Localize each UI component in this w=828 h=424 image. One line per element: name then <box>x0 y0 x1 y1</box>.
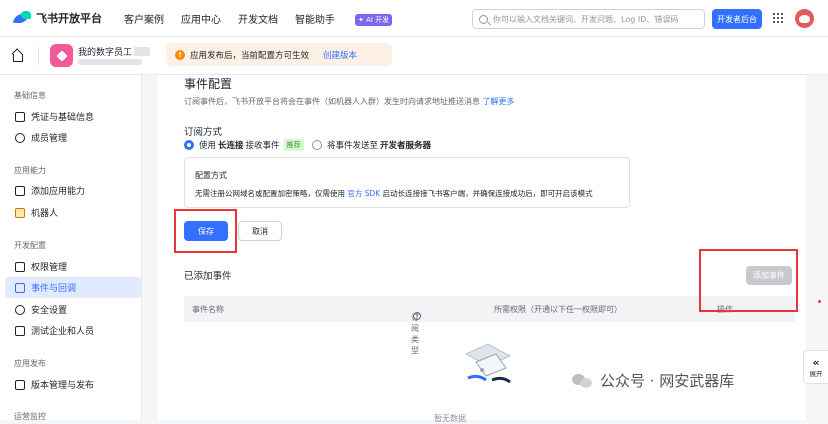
redacted-text <box>134 47 151 56</box>
watermark-text: 公众号 · 网安武器库 <box>600 372 735 390</box>
app-icon <box>50 44 73 67</box>
page-title: 事件配置 <box>184 77 233 91</box>
permission-icon <box>15 261 25 272</box>
config-method-title: 配置方式 <box>195 171 227 180</box>
radio-long-connection[interactable]: 使用 长连接 接收事件 推荐 <box>184 139 304 151</box>
test-icon <box>15 325 25 336</box>
sidebar-item-credentials[interactable]: 凭证与基础信息 <box>5 106 141 127</box>
warning-icon: ! <box>175 49 185 60</box>
option-bold: 开发者服务器 <box>380 141 432 151</box>
option-bold: 长连接 <box>218 141 244 151</box>
option-suffix: 接收事件 <box>245 141 280 151</box>
expand-label: 展开 <box>809 369 823 378</box>
sidebar-item-bot[interactable]: 机器人 <box>5 202 141 223</box>
config-desc-text: 启动长连接接飞书客户端，并确保连接成功后，即可开启该模式 <box>382 189 593 198</box>
sidebar-item-label: 权限管理 <box>31 263 68 273</box>
sidebar-section-monitoring: 运营监控 <box>14 412 46 421</box>
wechat-icon <box>572 372 594 390</box>
sidebar-section-dev-config: 开发配置 <box>14 241 46 250</box>
search-icon <box>479 14 488 24</box>
app-name[interactable]: 我的数字员工 <box>78 45 151 58</box>
column-header-event-name: 事件名称 <box>192 305 224 314</box>
event-icon <box>15 282 25 293</box>
sidebar-item-versions[interactable]: 版本管理与发布 <box>5 374 141 395</box>
credentials-icon <box>15 111 25 122</box>
sidebar-item-label: 机器人 <box>31 209 59 219</box>
nav-item-docs[interactable]: 开发文档 <box>238 11 278 26</box>
main-content: 事件配置 订阅事件后，飞书开放平台将会在事件（如机器人入群）发生时向请求地址推送… <box>158 75 806 423</box>
double-chevron-left-icon: « <box>812 355 820 369</box>
developer-console-button[interactable]: 开发者后台 <box>712 9 762 29</box>
recommend-badge: 推荐 <box>283 139 304 151</box>
notice-text: 应用发布后，当前配置方可生效 <box>190 50 310 61</box>
empty-state-icon <box>464 343 512 384</box>
sidebar-item-label: 添加应用能力 <box>31 187 86 197</box>
nav-item-cases[interactable]: 客户案例 <box>124 11 164 26</box>
divider <box>38 47 39 65</box>
search-placeholder: 你可以输入文档关键词、开发问题、Log ID、错误码 <box>493 14 679 24</box>
description-text: 订阅事件后，飞书开放平台将会在事件（如机器人入群）发生时向请求地址推送消息 <box>184 97 480 106</box>
config-method-box: 配置方式 无需注册公网域名或配置加密策略，仅需使用 官方 SDK 启动长连接接飞… <box>184 157 630 208</box>
app-header-bar: 我的数字员工 <box>0 37 828 75</box>
user-icon <box>15 132 25 143</box>
page-description: 订阅事件后，飞书开放平台将会在事件（如机器人入群）发生时向请求地址推送消息 了解… <box>184 96 515 107</box>
sidebar-item-label: 凭证与基础信息 <box>31 113 95 123</box>
learn-more-link[interactable]: 了解更多 <box>483 97 515 106</box>
sidebar-item-label: 成员管理 <box>31 134 68 144</box>
sidebar-item-events-callbacks[interactable]: 事件与回调 <box>5 277 141 298</box>
sidebar-section-release: 应用发布 <box>14 359 46 368</box>
publish-notice: ! 应用发布后，当前配置方可生效 创建版本 <box>166 43 392 66</box>
official-sdk-link[interactable]: 官方 SDK <box>347 189 380 198</box>
option-prefix: 使用 <box>199 141 217 151</box>
watermark: 公众号 · 网安武器库 <box>572 370 734 391</box>
search-input[interactable]: 你可以输入文档关键词、开发问题、Log ID、错误码 <box>472 9 705 29</box>
sidebar-item-permissions[interactable]: 权限管理 <box>5 256 141 277</box>
radio-developer-server[interactable]: 将事件发送至 开发者服务器 <box>312 139 433 151</box>
expand-panel-button[interactable]: « 展开 <box>803 350 828 384</box>
option-prefix: 将事件发送至 <box>327 141 379 151</box>
radio-unselected-icon <box>312 140 322 150</box>
ai-badge: ✦ AI 开发 <box>355 13 393 26</box>
sidebar-item-label: 测试企业和人员 <box>31 327 95 337</box>
app-name-text: 我的数字员工 <box>78 48 133 58</box>
brand-name: 飞书开放平台 <box>36 12 102 25</box>
sidebar-item-security[interactable]: 安全设置 <box>5 299 141 320</box>
sidebar-item-label: 事件与回调 <box>31 284 77 294</box>
nav-item-assistant[interactable]: 智能助手 ✦ AI 开发 <box>295 11 409 26</box>
sidebar-item-label: 安全设置 <box>31 306 68 316</box>
config-desc-text: 无需注册公网域名或配置加密策略，仅需使用 <box>195 189 345 198</box>
nav-item-app-center[interactable]: 应用中心 <box>181 11 221 26</box>
highlight-save-annotation <box>174 209 237 253</box>
cancel-button[interactable]: 取消 <box>238 221 282 241</box>
empty-state-text: 暂无数据 <box>434 414 466 423</box>
sidebar-section-basic: 基础信息 <box>14 91 46 100</box>
help-icon[interactable]: ? <box>413 312 421 320</box>
grid-add-icon <box>15 185 25 196</box>
config-method-desc: 无需注册公网域名或配置加密策略，仅需使用 官方 SDK 启动长连接接飞书客户端，… <box>195 188 593 199</box>
sidebar-item-add-capability[interactable]: 添加应用能力 <box>5 180 141 201</box>
column-header-permissions: 所需权限（开通以下任一权限即可） <box>494 305 622 314</box>
nav-item-assistant-label: 智能助手 <box>295 14 335 26</box>
shield-icon <box>15 304 25 315</box>
user-avatar[interactable] <box>795 9 814 28</box>
sidebar-item-label: 版本管理与发布 <box>31 381 95 391</box>
radio-selected-icon <box>184 140 194 150</box>
apps-grid-icon[interactable] <box>773 13 783 23</box>
main-nav: 客户案例 应用中心 开发文档 智能助手 ✦ AI 开发 <box>124 11 426 26</box>
create-version-link[interactable]: 创建版本 <box>323 49 357 61</box>
home-icon[interactable] <box>12 50 24 62</box>
feishu-logo-icon <box>14 11 32 25</box>
sidebar: 基础信息 凭证与基础信息 成员管理 应用能力 添加应用能力 机器人 开发配置 权… <box>0 75 142 421</box>
highlight-add-event-annotation <box>699 249 798 312</box>
redacted-app-id <box>78 59 142 65</box>
brand-logo[interactable]: 飞书开放平台 <box>14 10 102 26</box>
added-events-title: 已添加事件 <box>184 271 232 282</box>
bot-icon <box>15 207 25 218</box>
subscribe-method-title: 订阅方式 <box>184 127 223 138</box>
sidebar-item-members[interactable]: 成员管理 <box>5 127 141 148</box>
sidebar-item-test-tenant[interactable]: 测试企业和人员 <box>5 320 141 341</box>
notification-dot <box>818 300 821 303</box>
sidebar-section-capability: 应用能力 <box>14 166 46 175</box>
upload-icon <box>15 379 25 390</box>
